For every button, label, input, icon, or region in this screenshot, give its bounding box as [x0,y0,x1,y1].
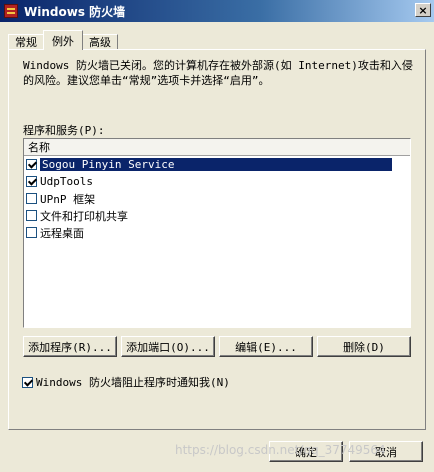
warning-description: Windows 防火墙已关闭。您的计算机存在被外部源(如 Internet)攻击… [23,59,413,87]
notify-checkbox[interactable] [22,376,33,388]
tab-exceptions[interactable]: 例外 [43,30,83,50]
tab-general[interactable]: 常规 [8,34,44,50]
checkbox[interactable] [26,159,37,170]
notify-label: Windows 防火墙阻止程序时通知我(N) [36,376,230,389]
notify-option[interactable]: Windows 防火墙阻止程序时通知我(N) [22,374,230,390]
list-item[interactable]: UPnP 框架 [24,190,410,207]
column-header-name[interactable]: 名称 [24,139,410,156]
programs-list[interactable]: 名称 Sogou Pinyin Service UdpTools UPnP 框架… [23,138,411,328]
list-item[interactable]: Sogou Pinyin Service [24,156,410,173]
close-button[interactable]: × [415,3,431,17]
edit-button[interactable]: 编辑(E)... [219,336,313,357]
watermark-text: https://blog.csdn.net/qq_37749564 [175,443,386,457]
list-item-label: UPnP 框架 [40,192,96,206]
list-item[interactable]: 远程桌面 [24,224,410,241]
tab-bar: 常规 例外 高级 [8,30,118,50]
list-item-label: 文件和打印机共享 [40,209,128,223]
checkbox[interactable] [26,227,37,238]
add-port-button[interactable]: 添加端口(O)... [121,336,215,357]
window-title: Windows 防火墙 [24,4,126,19]
list-item[interactable]: 文件和打印机共享 [24,207,410,224]
checkbox[interactable] [26,210,37,221]
add-program-button[interactable]: 添加程序(R)... [23,336,117,357]
programs-label: 程序和服务(P): [23,124,105,137]
tab-advanced[interactable]: 高级 [82,34,118,50]
exceptions-panel: Windows 防火墙已关闭。您的计算机存在被外部源(如 Internet)攻击… [8,49,426,430]
list-item-label: 远程桌面 [40,226,84,240]
list-item-label: UdpTools [40,175,93,188]
firewall-icon [4,4,18,18]
list-item-label: Sogou Pinyin Service [40,158,392,171]
delete-button[interactable]: 删除(D) [317,336,411,357]
close-icon: × [418,3,428,17]
list-item[interactable]: UdpTools [24,173,410,190]
checkbox[interactable] [26,193,37,204]
title-bar: Windows 防火墙 × [0,0,434,22]
checkbox[interactable] [26,176,37,187]
